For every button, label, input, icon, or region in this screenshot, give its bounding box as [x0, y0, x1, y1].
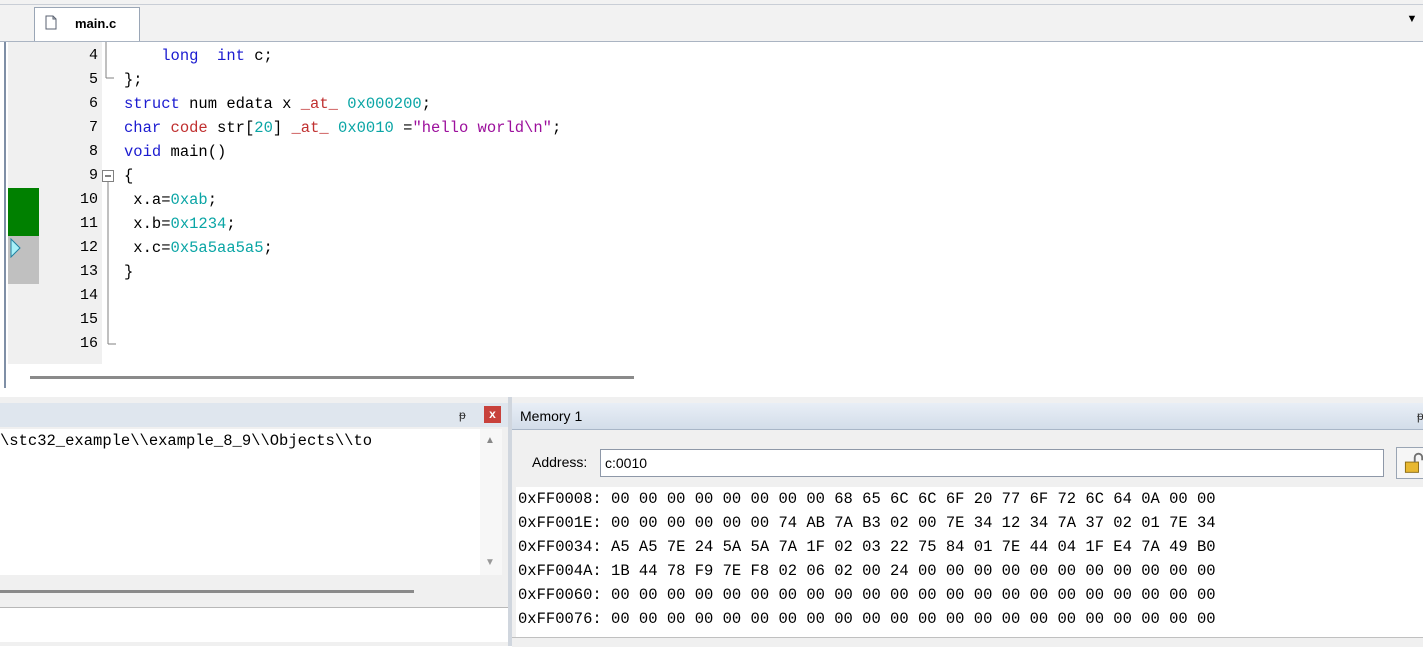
- line-number: 16: [79, 335, 98, 352]
- line-number: 8: [88, 143, 98, 160]
- memory-row: 0xFF001E: 00 00 00 00 00 00 74 AB 7A B3 …: [518, 514, 1216, 532]
- memory-row: 0xFF004A: 1B 44 78 F9 7E F8 02 06 02 00 …: [518, 562, 1216, 580]
- command-horizontal-scrollbar[interactable]: [0, 590, 414, 593]
- code-line-9: {: [124, 167, 134, 185]
- address-label: Address:: [532, 454, 588, 470]
- scroll-down-icon[interactable]: ▼: [485, 557, 495, 568]
- line-number: 7: [88, 119, 98, 136]
- memory-row: 0xFF0060: 00 00 00 00 00 00 00 00 00 00 …: [518, 586, 1216, 604]
- line-number: 15: [79, 311, 98, 328]
- fold-collapse-icon[interactable]: [102, 170, 114, 182]
- fold-margin: [102, 42, 124, 364]
- address-input[interactable]: [600, 449, 1384, 477]
- line-number: 11: [79, 215, 98, 232]
- current-instruction-arrow-icon: [10, 238, 21, 258]
- tab-list-dropdown-icon[interactable]: ▼: [1405, 12, 1419, 26]
- line-number-gutter: 4 5 6 7 8 9 10 11 12 13 14 15 16: [40, 42, 102, 364]
- command-window: ᵽ x \stc32_example\\example_8_9\\Objects…: [0, 397, 508, 646]
- code-line-7: char code str[20] _at_ 0x0010 ="hello wo…: [124, 119, 562, 137]
- file-icon: [45, 15, 57, 30]
- bottom-dock: ᵽ x \stc32_example\\example_8_9\\Objects…: [0, 397, 1423, 647]
- line-number: 14: [79, 287, 98, 304]
- editor-window: main.c ▼ 4 5 6 7 8 9 10 11 12 13 14 15 1…: [0, 0, 1423, 397]
- command-input[interactable]: [0, 608, 508, 642]
- line-number: 5: [88, 71, 98, 88]
- memory-window-header: Memory 1 ᵽ: [512, 403, 1423, 430]
- command-window-header: ᵽ x: [0, 403, 508, 427]
- code-line-5: };: [124, 71, 143, 89]
- line-number: 13: [79, 263, 98, 280]
- memory-window: Memory 1 ᵽ Address: 0xFF0008: 00 00 00 0…: [512, 397, 1423, 647]
- code-line-11: x.b=0x1234;: [124, 215, 236, 233]
- close-icon[interactable]: x: [484, 406, 501, 423]
- line-number: 10: [79, 191, 98, 208]
- tab-bar-top-line: [0, 4, 1423, 5]
- memory-hex-view[interactable]: 0xFF0008: 00 00 00 00 00 00 00 00 68 65 …: [516, 487, 1423, 637]
- line-number: 4: [88, 47, 98, 64]
- code-line-13: }: [124, 263, 134, 281]
- code-line-10: x.a=0xab;: [124, 191, 218, 209]
- memory-toolbar: Address:: [512, 431, 1423, 485]
- command-output: \stc32_example\\example_8_9\\Objects\\to: [0, 429, 480, 575]
- executed-line-marker: [8, 188, 39, 236]
- code-line-4: long int c;: [161, 47, 273, 65]
- code-line-6: struct num edata x _at_ 0x000200;: [124, 95, 431, 113]
- scroll-up-icon[interactable]: ▲: [485, 435, 495, 446]
- tab-label: main.c: [75, 16, 117, 31]
- memory-window-title: Memory 1: [520, 408, 583, 424]
- editor-horizontal-scrollbar[interactable]: [30, 376, 634, 379]
- code-editor[interactable]: 4 5 6 7 8 9 10 11 12 13 14 15 16 long in…: [4, 42, 1423, 388]
- pin-icon[interactable]: ᵽ: [1417, 409, 1423, 423]
- memory-row: 0xFF0008: 00 00 00 00 00 00 00 00 68 65 …: [518, 490, 1216, 508]
- line-number: 12: [79, 239, 98, 256]
- tab-main-c[interactable]: main.c: [34, 7, 140, 41]
- code-line-12: x.c=0x5a5aa5a5;: [124, 239, 273, 257]
- command-vertical-scrollbar[interactable]: ▲ ▼: [480, 429, 502, 575]
- lock-icon[interactable]: [1396, 447, 1423, 479]
- pin-icon[interactable]: ᵽ: [459, 408, 466, 422]
- memory-row: 0xFF0076: 00 00 00 00 00 00 00 00 00 00 …: [518, 610, 1216, 628]
- editor-tab-bar: main.c ▼: [0, 0, 1423, 42]
- code-line-8: void main(): [124, 143, 227, 161]
- memory-row: 0xFF0034: A5 A5 7E 24 5A 5A 7A 1F 02 03 …: [518, 538, 1216, 556]
- line-number: 9: [88, 167, 98, 184]
- line-number: 6: [88, 95, 98, 112]
